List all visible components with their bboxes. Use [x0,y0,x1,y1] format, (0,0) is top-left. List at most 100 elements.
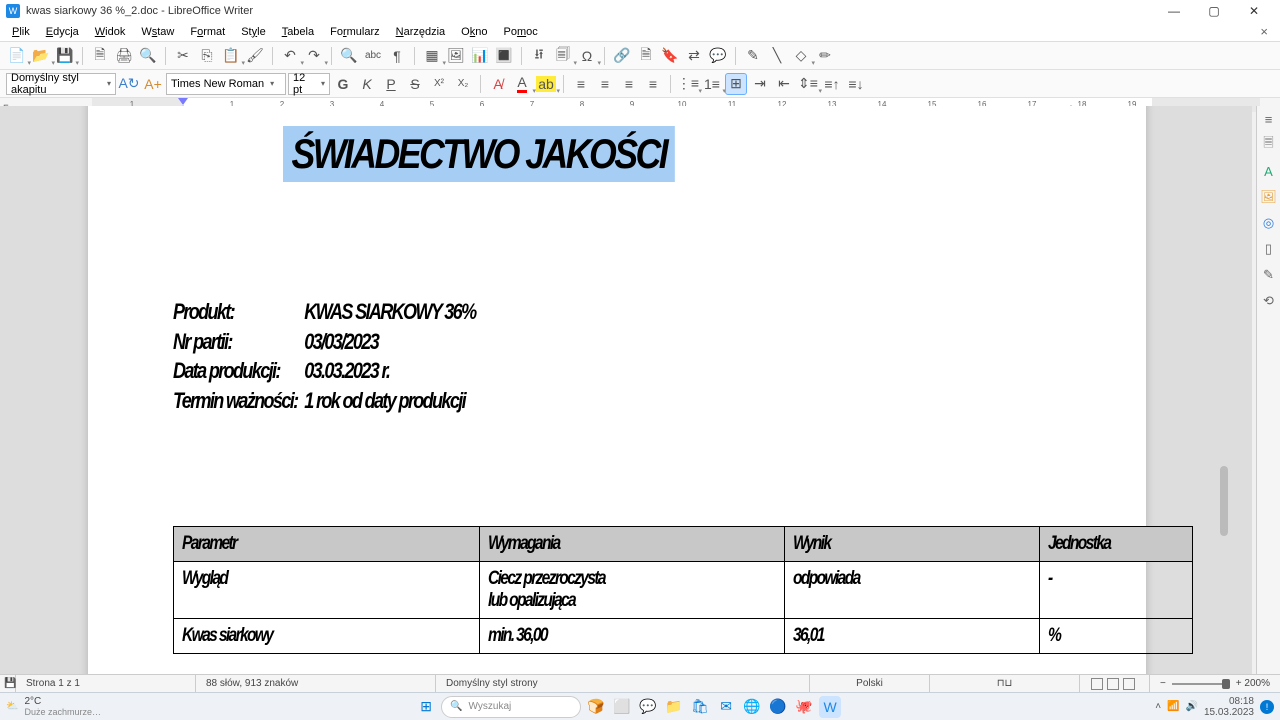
status-zoom[interactable]: − + 200% [1150,675,1280,692]
underline-button[interactable]: P [380,73,402,95]
menu-edycja[interactable]: Edycja [38,24,87,40]
taskbar-mail[interactable]: ✉ [715,696,737,718]
tray-notification-icon[interactable]: ! [1260,700,1274,714]
field-button[interactable]: 🗐 [552,45,574,67]
book-view-icon[interactable] [1123,678,1135,690]
quality-table[interactable]: Parametr Wymagania Wynik Jednostka Wyglą… [173,526,1193,654]
open-button[interactable]: 📂 [30,45,52,67]
clear-format-button[interactable]: A̸ [487,73,509,95]
tray-clock[interactable]: 08:18 15.03.2023 [1204,696,1254,718]
number-list-button[interactable]: 1≡ [701,73,723,95]
footnote-button[interactable]: 🗎 [635,45,657,67]
menu-narzedzia[interactable]: Narzędzia [388,24,454,40]
print-button[interactable]: 🖨 [113,45,135,67]
sidebar-inspector-icon[interactable]: ✎ [1260,266,1278,284]
zoom-in-icon[interactable]: + [1236,678,1242,689]
task-view-button[interactable]: ⬜ [611,696,633,718]
zoom-out-icon[interactable]: − [1160,678,1166,689]
taskbar-weather[interactable]: ⛅ 2°C Duże zachmurze… [6,696,101,717]
taskbar-app[interactable]: 🍞 [585,696,607,718]
subscript-button[interactable]: X₂ [452,73,474,95]
align-center-button[interactable]: ≡ [594,73,616,95]
strike-button[interactable]: S [404,73,426,95]
minimize-button[interactable]: — [1154,0,1194,22]
formatting-marks-button[interactable]: ¶ [386,45,408,67]
indent-marker-top[interactable] [178,98,188,105]
update-style-button[interactable]: A↻ [118,73,140,95]
redo-button[interactable]: ↷ [303,45,325,67]
sidebar-navigator-icon[interactable]: ◎ [1260,214,1278,232]
zoom-slider[interactable] [1172,683,1230,685]
taskbar-edge[interactable]: 🌐 [741,696,763,718]
system-tray[interactable]: ˄ 📶 🔊 08:18 15.03.2023 ! [1155,696,1274,718]
sidebar-styles-icon[interactable]: A [1260,162,1278,180]
document-title[interactable]: ŚWIADECTWO JAKOŚCI [283,126,675,182]
increase-space-button[interactable]: ≡↑ [821,73,843,95]
undo-button[interactable]: ↶ [279,45,301,67]
status-page[interactable]: Strona 1 z 1 [16,675,196,692]
sidebar-gallery-icon[interactable]: 🖼 [1260,188,1278,206]
single-page-view-icon[interactable] [1091,678,1103,690]
textbox-button[interactable]: 🔳 [493,45,515,67]
bold-button[interactable]: G [332,73,354,95]
cut-button[interactable]: ✂ [172,45,194,67]
menu-pomoc[interactable]: Pomoc [495,24,545,40]
symbol-button[interactable]: Ω [576,45,598,67]
status-page-style[interactable]: Domyślny styl strony [436,675,810,692]
highlight-button[interactable]: ab [535,73,557,95]
draw-button[interactable]: ✏ [814,45,836,67]
sidebar-settings-icon[interactable]: ≡ [1260,110,1278,128]
comment-button[interactable]: 💬 [707,45,729,67]
paste-button[interactable]: 📋 [220,45,242,67]
align-right-button[interactable]: ≡ [618,73,640,95]
clone-format-button[interactable]: 🖌 [244,45,266,67]
taskbar-writer[interactable]: W [819,696,841,718]
decrease-indent-button[interactable]: ⇤ [773,73,795,95]
sidebar-page-icon[interactable]: ▯ [1260,240,1278,258]
font-color-button[interactable]: A [511,73,533,95]
print-preview-button[interactable]: 🔍 [137,45,159,67]
menu-style[interactable]: Style [233,24,273,40]
menu-tabela[interactable]: Tabela [274,24,322,40]
tray-volume-icon[interactable]: 🔊 [1185,701,1197,712]
export-pdf-button[interactable]: 🗎 [89,45,111,67]
menu-formularz[interactable]: Formularz [322,24,388,40]
font-size-combo[interactable]: 12 pt ▾ [288,73,330,95]
menu-wstaw[interactable]: Wstaw [133,24,182,40]
line-button[interactable]: ╲ [766,45,788,67]
page-break-button[interactable]: ⭿ [528,45,550,67]
bullet-list-button[interactable]: ⋮≡ [677,73,699,95]
status-insert-mode[interactable]: ⊓⊔ [930,675,1080,692]
italic-button[interactable]: K [356,73,378,95]
multi-page-view-icon[interactable] [1107,678,1119,690]
taskbar-search[interactable]: 🔍 Wyszukaj [441,696,581,718]
status-words[interactable]: 88 słów, 913 znaków [196,675,436,692]
increase-indent-button[interactable]: ⇥ [749,73,771,95]
image-button[interactable]: 🖼 [445,45,467,67]
document-fields[interactable]: Produkt:KWAS SIARKOWY 36% Nr partii:03/0… [173,297,901,416]
tray-chevron-icon[interactable]: ˄ [1155,701,1161,712]
menu-plik[interactable]: Plik [4,24,38,40]
taskbar-chat[interactable]: 💬 [637,696,659,718]
outline-button[interactable]: ⊞ [725,73,747,95]
table-button[interactable]: ▦ [421,45,443,67]
find-button[interactable]: 🔍 [338,45,360,67]
tray-wifi-icon[interactable]: 📶 [1167,701,1179,712]
status-view-buttons[interactable] [1080,675,1150,692]
menu-okno[interactable]: Okno [453,24,495,40]
track-changes-button[interactable]: ✎ [742,45,764,67]
document-page[interactable]: ŚWIADECTWO JAKOŚCI Produkt:KWAS SIARKOWY… [88,106,1146,674]
taskbar-github[interactable]: 🐙 [793,696,815,718]
cross-ref-button[interactable]: ⇄ [683,45,705,67]
new-button[interactable]: 📄 [6,45,28,67]
align-justify-button[interactable]: ≡ [642,73,664,95]
document-workspace[interactable]: ŚWIADECTWO JAKOŚCI Produkt:KWAS SIARKOWY… [0,106,1252,674]
menu-format[interactable]: Format [182,24,233,40]
start-button[interactable]: ⊞ [415,696,437,718]
chart-button[interactable]: 📊 [469,45,491,67]
decrease-space-button[interactable]: ≡↓ [845,73,867,95]
hyperlink-button[interactable]: 🔗 [611,45,633,67]
scrollbar-thumb[interactable] [1220,466,1228,536]
menu-widok[interactable]: Widok [87,24,134,40]
save-button[interactable]: 💾 [54,45,76,67]
